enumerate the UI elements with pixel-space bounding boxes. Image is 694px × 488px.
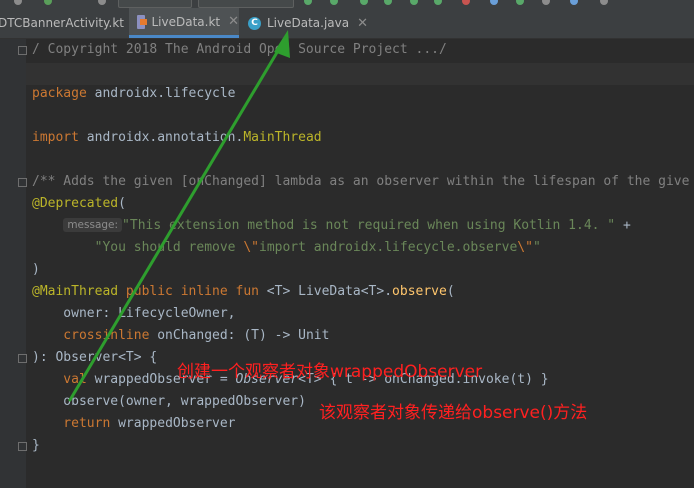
annotation-note-create: 创建一个观察者对象wrappedObserver [177,362,483,382]
annotation-note-pass: 该观察者对象传递给observe()方法 [319,403,588,423]
